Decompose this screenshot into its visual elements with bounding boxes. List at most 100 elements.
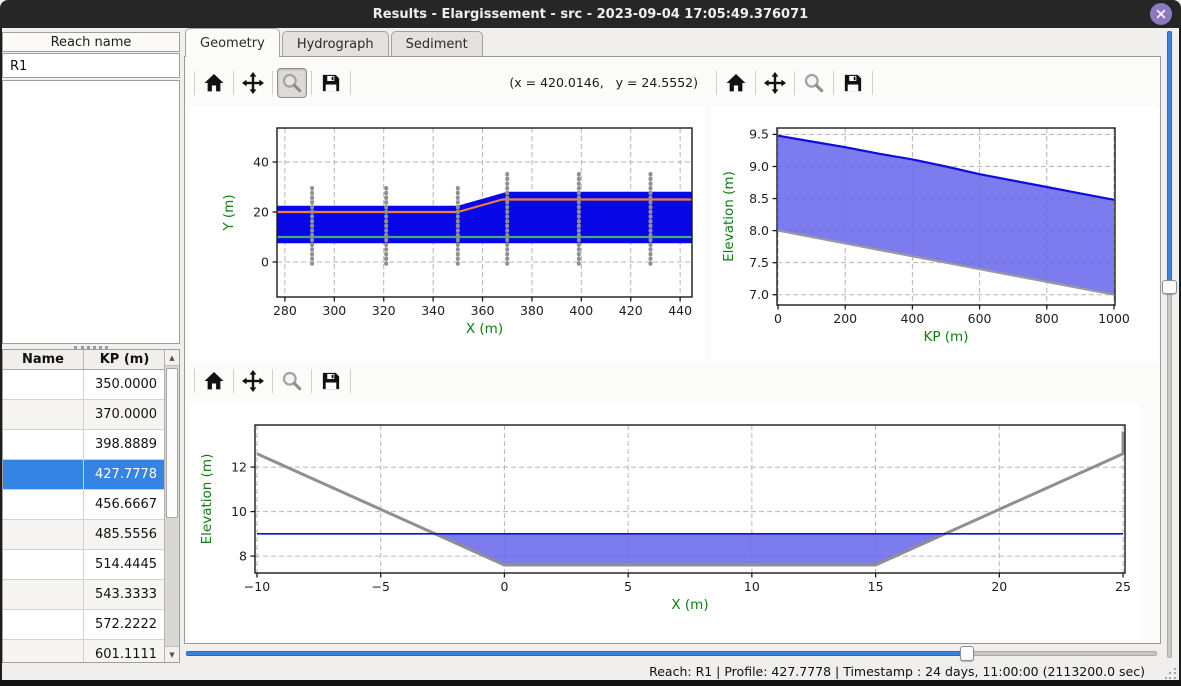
y-axis-label: Elevation (m) xyxy=(721,171,737,262)
cell-name[interactable] xyxy=(3,370,84,399)
toolbar-separator xyxy=(872,71,873,95)
cell-name[interactable] xyxy=(3,400,84,429)
x-tick-label: 5 xyxy=(624,579,632,594)
resize-grip-icon[interactable] xyxy=(1165,668,1177,680)
save-icon xyxy=(320,370,342,392)
scroll-down-button[interactable]: ▼ xyxy=(165,646,179,662)
x-axis-label: X (m) xyxy=(671,597,708,613)
profile-table[interactable]: Name KP (m) 350.0000370.0000398.8889427.… xyxy=(2,349,180,663)
table-row[interactable]: 572.2222 xyxy=(3,610,165,640)
scroll-up-button[interactable]: ▲ xyxy=(165,350,179,366)
reach-list[interactable]: R1 xyxy=(2,53,180,78)
cell-name[interactable] xyxy=(3,640,84,663)
toolbar-separator xyxy=(194,71,195,95)
zoom-icon xyxy=(803,72,825,94)
table-row[interactable]: 485.5556 xyxy=(3,520,165,550)
save-button[interactable] xyxy=(316,366,346,396)
y-tick-label: 20 xyxy=(253,204,269,219)
toolbar-separator xyxy=(311,369,312,393)
toolbar-separator xyxy=(272,71,273,95)
x-tick-label: −10 xyxy=(244,579,270,594)
y-tick-label: 7.5 xyxy=(749,255,769,270)
cross-section-chart[interactable]: −10−5051015202581012X (m)Elevation (m) xyxy=(190,404,1140,640)
cell-name[interactable] xyxy=(3,430,84,459)
save-icon xyxy=(320,72,342,94)
pan-button[interactable] xyxy=(760,68,790,98)
column-header-kp[interactable]: KP (m) xyxy=(84,350,165,369)
cell-name[interactable] xyxy=(3,580,84,609)
status-text: Reach: R1 | Profile: 427.7778 | Timestam… xyxy=(649,664,1145,679)
cell-name[interactable] xyxy=(3,460,84,489)
cell-kp[interactable]: 350.0000 xyxy=(84,370,165,399)
cursor-coordinates: (x = 420.0146, y = 24.5552) xyxy=(420,75,698,90)
table-row[interactable]: 427.7778 xyxy=(3,460,165,490)
table-row[interactable]: 456.6667 xyxy=(3,490,165,520)
table-row[interactable]: 398.8889 xyxy=(3,430,165,460)
x-tick-label: 15 xyxy=(868,579,884,594)
cell-name[interactable] xyxy=(3,550,84,579)
toolbar-separator xyxy=(755,71,756,95)
home-icon xyxy=(725,72,747,94)
status-bar: Reach: R1 | Profile: 427.7778 | Timestam… xyxy=(2,663,1179,680)
save-icon xyxy=(842,72,864,94)
save-button[interactable] xyxy=(316,68,346,98)
zoom-button[interactable] xyxy=(277,366,307,396)
column-header-name[interactable]: Name xyxy=(3,350,84,369)
x-tick-label: 400 xyxy=(900,311,924,326)
cell-name[interactable] xyxy=(3,610,84,639)
home-button[interactable] xyxy=(199,68,229,98)
cell-kp[interactable]: 514.4445 xyxy=(84,550,165,579)
table-row[interactable]: 514.4445 xyxy=(3,550,165,580)
profile-slider-thumb[interactable] xyxy=(1162,280,1177,294)
x-tick-label: 1000 xyxy=(1098,311,1130,326)
x-tick-label: 320 xyxy=(372,303,396,318)
cell-kp[interactable]: 572.2222 xyxy=(84,610,165,639)
time-slider-thumb[interactable] xyxy=(960,646,974,661)
tab-sediment[interactable]: Sediment xyxy=(391,31,483,57)
long-profile-chart[interactable]: 020040060080010007.07.58.08.59.09.5KP (m… xyxy=(710,106,1158,362)
table-row[interactable]: 370.0000 xyxy=(3,400,165,430)
home-button[interactable] xyxy=(721,68,751,98)
cell-kp[interactable]: 370.0000 xyxy=(84,400,165,429)
toolbar-separator xyxy=(350,369,351,393)
table-scrollbar[interactable]: ▲ ▼ xyxy=(164,350,179,662)
cell-kp[interactable]: 601.1111 xyxy=(84,640,165,663)
save-button[interactable] xyxy=(838,68,868,98)
tab-geometry[interactable]: Geometry xyxy=(185,28,280,57)
toolbar-separator xyxy=(311,71,312,95)
home-icon xyxy=(203,370,225,392)
cell-kp[interactable]: 398.8889 xyxy=(84,430,165,459)
pan-button[interactable] xyxy=(238,68,268,98)
cell-kp[interactable]: 485.5556 xyxy=(84,520,165,549)
pan-button[interactable] xyxy=(238,366,268,396)
plan-view-chart[interactable]: 28030032034036038040042044002040X (m)Y (… xyxy=(190,106,705,362)
zoom-button[interactable] xyxy=(799,68,829,98)
cell-kp[interactable]: 427.7778 xyxy=(84,460,165,489)
y-tick-label: 7.0 xyxy=(749,287,769,302)
x-tick-label: 400 xyxy=(569,303,593,318)
tab-hydrograph[interactable]: Hydrograph xyxy=(282,31,389,57)
toolbar-separator xyxy=(350,71,351,95)
x-tick-label: 0 xyxy=(774,311,782,326)
x-axis-label: X (m) xyxy=(466,321,503,337)
scrollbar-thumb[interactable] xyxy=(166,368,178,518)
titlebar[interactable]: Results - Elargissement - src - 2023-09-… xyxy=(0,0,1181,28)
pan-icon xyxy=(242,370,264,392)
cell-kp[interactable]: 543.3333 xyxy=(84,580,165,609)
x-tick-label: 10 xyxy=(744,579,760,594)
table-row[interactable]: 543.3333 xyxy=(3,580,165,610)
cell-kp[interactable]: 456.6667 xyxy=(84,490,165,519)
y-tick-label: 0 xyxy=(261,254,269,269)
toolbar-separator xyxy=(194,369,195,393)
home-button[interactable] xyxy=(199,366,229,396)
cell-name[interactable] xyxy=(3,490,84,519)
cell-name[interactable] xyxy=(3,520,84,549)
pan-icon xyxy=(764,72,786,94)
table-row[interactable]: 601.1111 xyxy=(3,640,165,663)
table-row[interactable]: 350.0000 xyxy=(3,370,165,400)
zoom-button[interactable] xyxy=(277,68,307,98)
close-button[interactable] xyxy=(1150,3,1172,25)
x-tick-label: 360 xyxy=(471,303,495,318)
window-border-bottom xyxy=(0,680,1181,686)
reach-item-r1[interactable]: R1 xyxy=(3,54,179,78)
